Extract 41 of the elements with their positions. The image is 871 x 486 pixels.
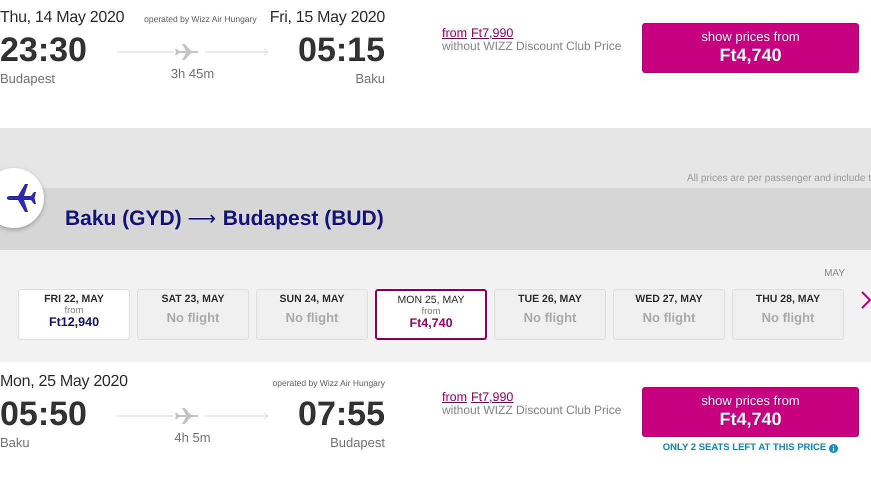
destination-city: Baku [354, 70, 385, 88]
flight-path-icon [116, 408, 268, 424]
from-link[interactable]: from [442, 390, 467, 404]
month-label: MAY [824, 267, 845, 281]
duration-text: 4h 5m [174, 429, 211, 447]
route-origin: Baku (GYD) [65, 206, 182, 232]
date-card[interactable]: SAT 23, MAY No flight [137, 289, 249, 340]
price-note: without WIZZ Discount Club Price [442, 40, 622, 54]
show-prices-button[interactable]: show prices from Ft4,740 [642, 387, 859, 437]
departure-date: Thu, 14 May 2020 [0, 8, 124, 28]
from-link[interactable]: from [442, 26, 467, 40]
flight-path-icon [116, 44, 268, 60]
seats-warning: ONLY 2 SEATS LEFT AT THIS PRICE [662, 441, 826, 455]
arrival-time: 05:15 [298, 32, 385, 70]
show-prices-button[interactable]: show prices from Ft4,740 [642, 23, 859, 73]
date-card[interactable]: SUN 24, MAY No flight [256, 289, 368, 340]
price-notice: All prices are per passenger and include t [687, 172, 871, 186]
origin-city: Baku [0, 434, 31, 452]
regular-price-link[interactable]: Ft7,990 [471, 390, 514, 404]
operator-text: operated by Wizz Air Hungary [144, 13, 257, 26]
price-note: without WIZZ Discount Club Price [442, 404, 622, 418]
arrival-date: Fri, 15 May 2020 [270, 8, 385, 28]
next-chevron-icon[interactable] [861, 290, 871, 310]
departure-date: Mon, 25 May 2020 [0, 372, 128, 392]
destination-city: Budapest [329, 434, 385, 452]
airplane-icon [5, 182, 37, 214]
route-destination: Budapest (BUD) [222, 206, 384, 232]
origin-city: Budapest [0, 70, 56, 88]
date-card[interactable]: MON 25, MAY from Ft4,740 [375, 289, 487, 340]
date-card[interactable]: THU 28, MAY No flight [732, 289, 844, 340]
info-icon[interactable] [829, 444, 838, 453]
departure-time: 05:50 [0, 396, 87, 434]
date-card[interactable]: FRI 22, MAY from Ft12,940 [18, 289, 130, 340]
operator-text: operated by Wizz Air Hungary [272, 377, 385, 390]
arrival-time: 07:55 [298, 396, 385, 434]
route-arrow: ⟶ [188, 207, 217, 232]
departure-time: 23:30 [0, 32, 87, 70]
date-card[interactable]: TUE 26, MAY No flight [494, 289, 606, 340]
regular-price-link[interactable]: Ft7,990 [471, 26, 514, 40]
date-card[interactable]: WED 27, MAY No flight [613, 289, 725, 340]
duration-text: 3h 45m [170, 65, 214, 83]
